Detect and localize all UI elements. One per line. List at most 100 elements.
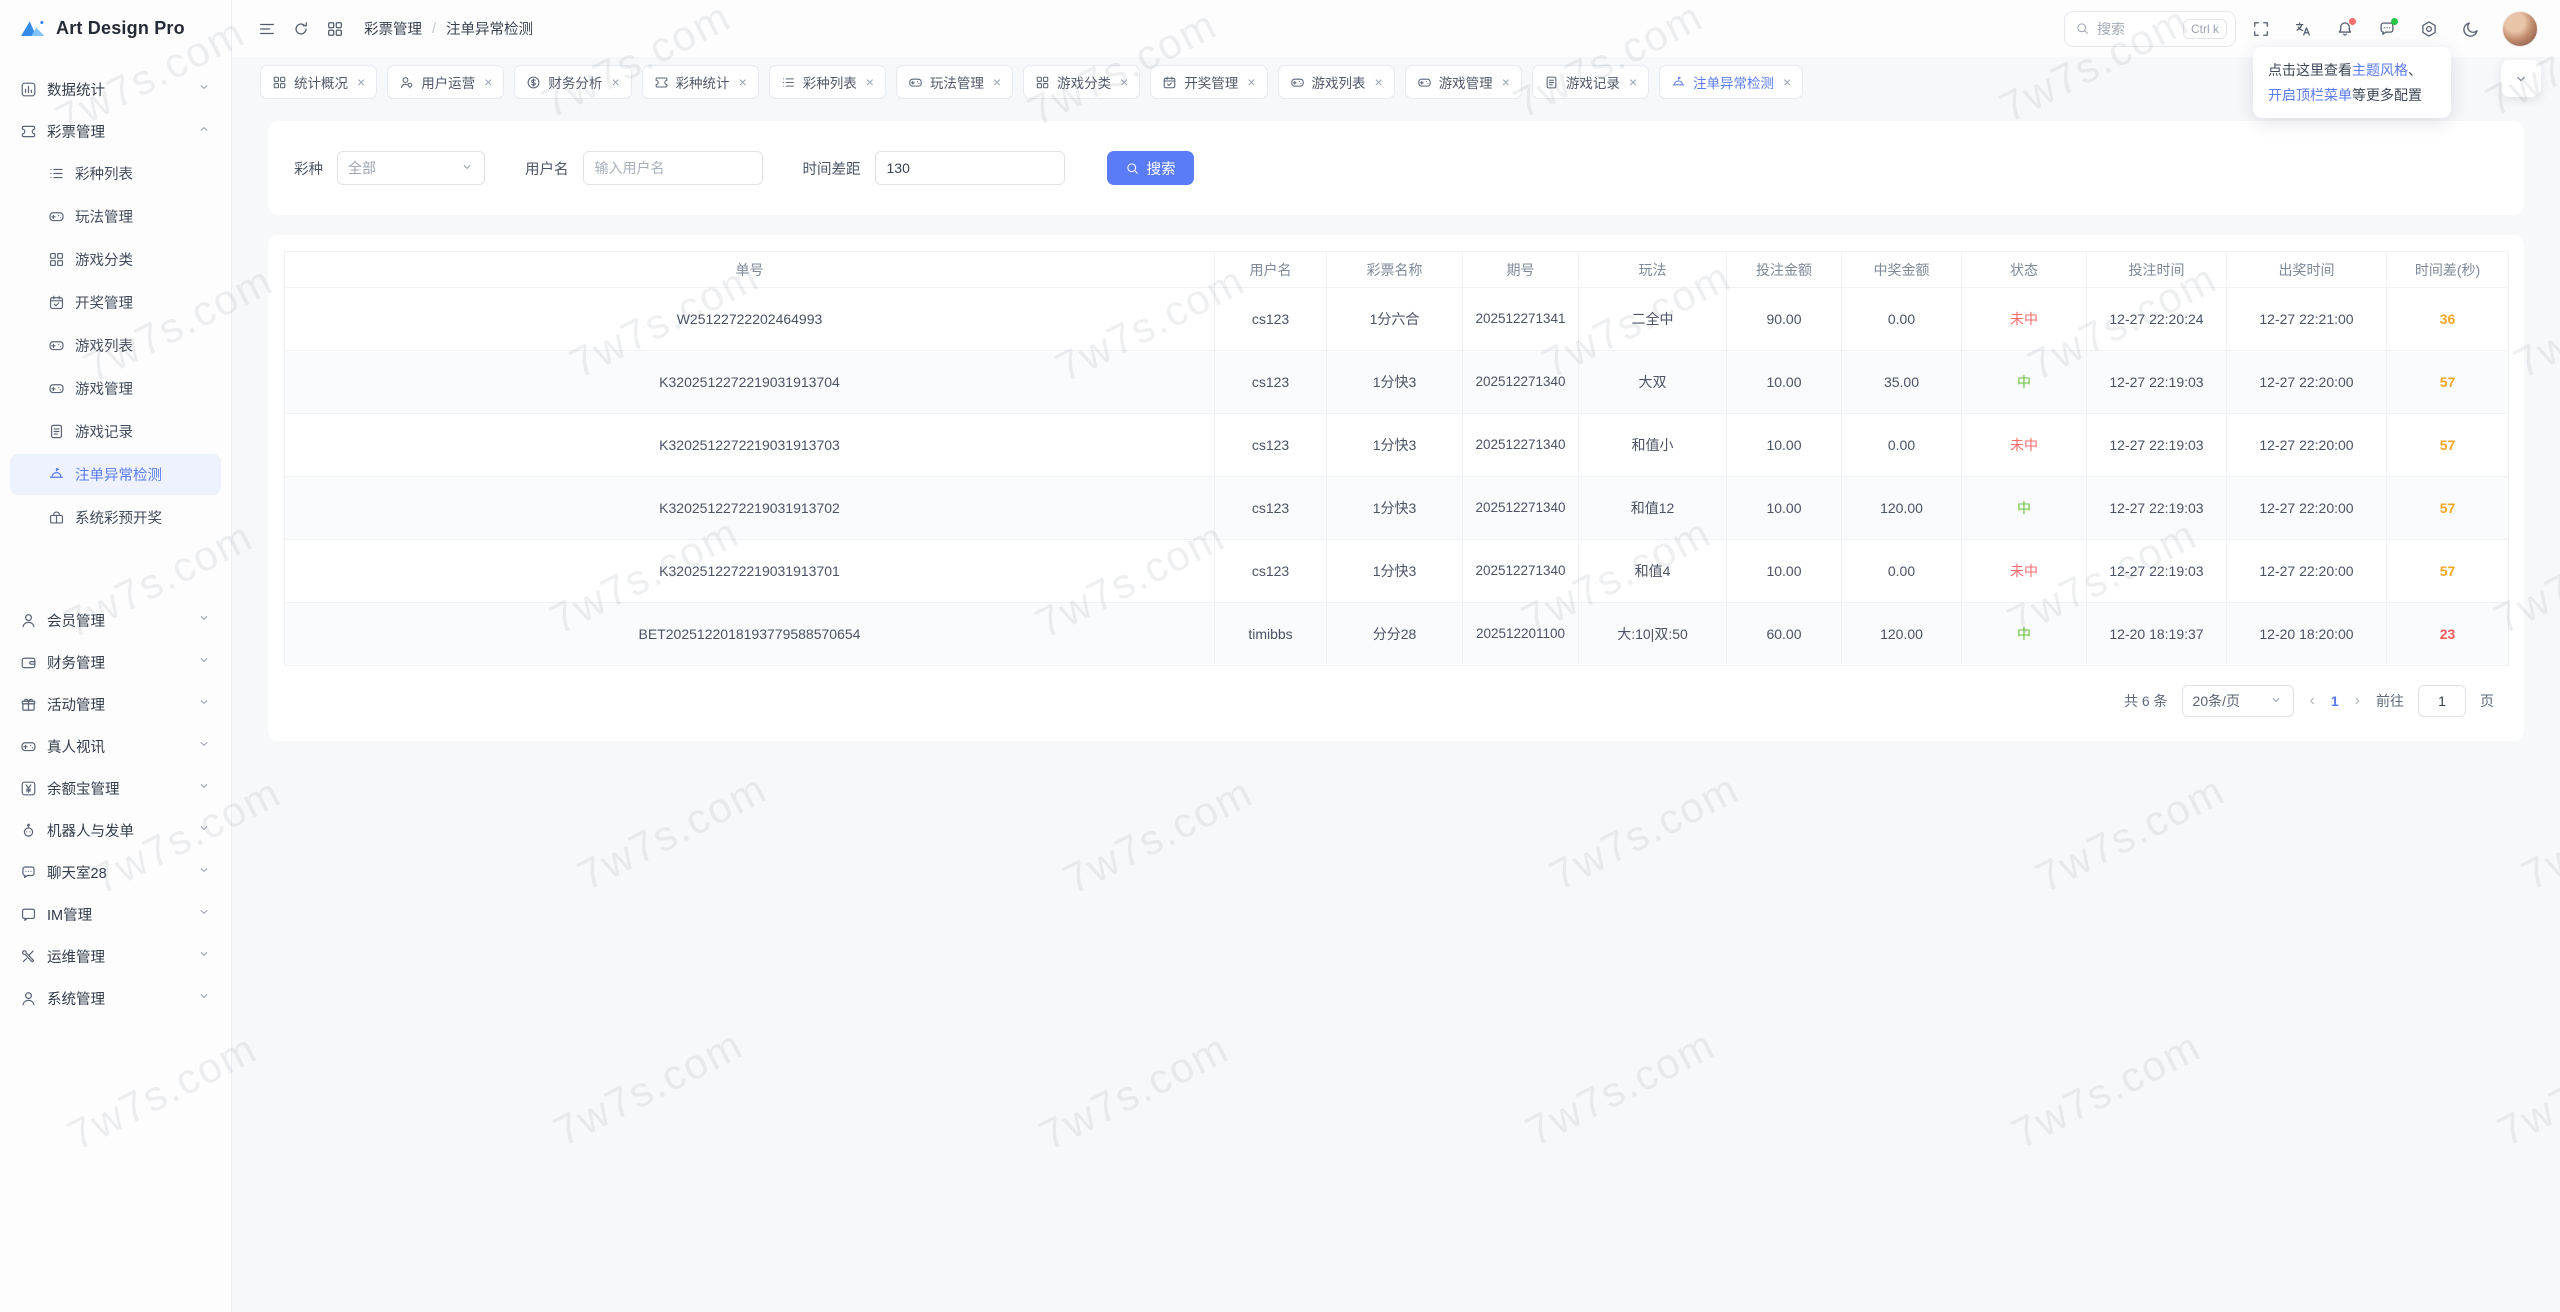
tab-bet-anomaly-detect[interactable]: 注单异常检测× xyxy=(1659,65,1803,99)
cell-win-amount: 35.00 xyxy=(1842,351,1962,414)
sidebar-item-data-stats[interactable]: 数据统计 xyxy=(10,69,221,109)
cell-lottery: 1分六合 xyxy=(1327,288,1463,351)
username-input[interactable] xyxy=(583,151,763,185)
sidebar-item-label: 机器人与发单 xyxy=(47,820,134,841)
sidebar-item-system-predraw[interactable]: 系统彩预开奖 xyxy=(10,497,221,538)
sidebar-item-label: 注单异常检测 xyxy=(75,464,162,485)
close-icon[interactable]: × xyxy=(1375,75,1383,89)
close-icon[interactable]: × xyxy=(1783,75,1791,89)
tab-stats-overview[interactable]: 统计概况× xyxy=(260,65,377,99)
sidebar-item-im-mgmt[interactable]: IM管理 xyxy=(10,894,221,934)
close-icon[interactable]: × xyxy=(739,75,747,89)
cell-order: K3202512272219031913703 xyxy=(285,414,1215,477)
col-play: 玩法 xyxy=(1579,252,1727,288)
sidebar-item-yuebao-mgmt[interactable]: 余额宝管理 xyxy=(10,768,221,808)
sidebar: Art Design Pro 数据统计 彩票管理 彩种列表 玩法管理 游戏分类 … xyxy=(0,0,232,1312)
close-icon[interactable]: × xyxy=(1120,75,1128,89)
collapse-menu-button[interactable] xyxy=(250,12,284,46)
tab-lottery-list[interactable]: 彩种列表× xyxy=(769,65,886,99)
dark-mode-button[interactable] xyxy=(2454,12,2488,46)
sidebar-item-game-records[interactable]: 游戏记录 xyxy=(10,411,221,452)
tab-user-operations[interactable]: 用户运营× xyxy=(387,65,504,99)
topbar-menu-link[interactable]: 开启顶栏菜单 xyxy=(2268,87,2352,103)
col-period: 期号 xyxy=(1463,252,1579,288)
avatar[interactable] xyxy=(2502,11,2538,47)
tab-game-list[interactable]: 游戏列表× xyxy=(1278,65,1395,99)
chevron-down-icon xyxy=(197,863,211,881)
close-icon[interactable]: × xyxy=(1502,75,1510,89)
tab-lottery-stats[interactable]: 彩种统计× xyxy=(642,65,759,99)
sidebar-item-game-list[interactable]: 游戏列表 xyxy=(10,325,221,366)
chevron-down-icon xyxy=(460,160,474,177)
theme-style-link[interactable]: 主题风格 xyxy=(2352,62,2408,78)
close-icon[interactable]: × xyxy=(1629,75,1637,89)
sidebar-item-game-category[interactable]: 游戏分类 xyxy=(10,239,221,280)
close-icon[interactable]: × xyxy=(866,75,874,89)
expand-toggle-button[interactable] xyxy=(2501,60,2541,97)
sidebar-item-finance-mgmt[interactable]: 财务管理 xyxy=(10,642,221,682)
breadcrumb: 彩票管理 / 注单异常检测 xyxy=(364,18,533,39)
sidebar-item-bet-anomaly-detect[interactable]: 注单异常检测 xyxy=(10,454,221,495)
cell-win-amount: 120.00 xyxy=(1842,603,1962,666)
close-icon[interactable]: × xyxy=(993,75,1001,89)
sidebar-item-member-mgmt[interactable]: 会员管理 xyxy=(10,600,221,640)
global-search-input[interactable]: 搜索 Ctrl k xyxy=(2064,11,2236,47)
results-card: 单号 用户名 彩票名称 期号 玩法 投注金额 中奖金额 状态 投注时间 出奖时间… xyxy=(268,235,2524,741)
sidebar-item-system-mgmt[interactable]: 系统管理 xyxy=(10,978,221,1018)
tab-play-mgmt[interactable]: 玩法管理 × xyxy=(896,65,1013,99)
current-page[interactable]: 1 xyxy=(2331,693,2339,709)
page-size-select[interactable]: 20条/页 xyxy=(2182,685,2294,717)
fullscreen-button[interactable] xyxy=(2244,12,2278,46)
cell-bet-time: 12-27 22:19:03 xyxy=(2087,351,2227,414)
cell-play: 二全中 xyxy=(1579,288,1727,351)
close-icon[interactable]: × xyxy=(357,75,365,89)
tab-finance-analysis[interactable]: 财务分析× xyxy=(514,65,631,99)
tools-icon xyxy=(20,948,37,965)
close-icon[interactable]: × xyxy=(484,75,492,89)
sidebar-item-game-mgmt[interactable]: 游戏管理 xyxy=(10,368,221,409)
language-button[interactable] xyxy=(2286,12,2320,46)
col-win-amount: 中奖金额 xyxy=(1842,252,1962,288)
search-placeholder: 搜索 xyxy=(2097,19,2125,39)
tab-game-mgmt[interactable]: 游戏管理 × xyxy=(1405,65,1522,99)
cell-username: cs123 xyxy=(1215,414,1327,477)
tab-game-category[interactable]: 游戏分类× xyxy=(1023,65,1140,99)
next-page-button[interactable]: › xyxy=(2353,692,2362,710)
prev-page-button[interactable]: ‹ xyxy=(2308,692,2317,710)
sidebar-item-robot-orders[interactable]: 机器人与发单 xyxy=(10,810,221,850)
sidebar-item-live-video[interactable]: 真人视讯 xyxy=(10,726,221,766)
cell-play: 大双 xyxy=(1579,351,1727,414)
breadcrumb-parent[interactable]: 彩票管理 xyxy=(364,18,422,39)
refresh-button[interactable] xyxy=(284,12,318,46)
chevron-down-icon xyxy=(197,905,211,923)
sidebar-item-ops-mgmt[interactable]: 运维管理 xyxy=(10,936,221,976)
notifications-button[interactable] xyxy=(2328,12,2362,46)
tab-draw-mgmt[interactable]: 开奖管理× xyxy=(1150,65,1267,99)
close-icon[interactable]: × xyxy=(611,75,619,89)
sidebar-item-lottery-mgmt[interactable]: 彩票管理 xyxy=(10,111,221,151)
sidebar-item-chatroom28[interactable]: 聊天室28 xyxy=(10,852,221,892)
search-button[interactable]: 搜索 xyxy=(1107,151,1194,185)
sidebar-item-label: IM管理 xyxy=(47,904,92,925)
gear-icon xyxy=(2420,20,2438,38)
close-icon[interactable]: × xyxy=(1247,75,1255,89)
tab-label: 游戏管理 xyxy=(1439,72,1493,92)
goto-page-input[interactable] xyxy=(2418,685,2466,717)
timediff-input[interactable] xyxy=(875,151,1065,185)
tab-game-records[interactable]: 游戏记录× xyxy=(1532,65,1649,99)
list-icon xyxy=(48,165,65,182)
robot-icon xyxy=(20,822,37,839)
sidebar-item-label: 开奖管理 xyxy=(75,292,133,313)
sidebar-item-activity-mgmt[interactable]: 活动管理 xyxy=(10,684,221,724)
sidebar-item-play-mgmt[interactable]: 玩法管理 xyxy=(10,196,221,237)
lottery-select[interactable]: 全部 xyxy=(337,151,485,185)
messages-button[interactable] xyxy=(2370,12,2404,46)
tab-label: 玩法管理 xyxy=(930,72,984,92)
cell-lottery: 1分快3 xyxy=(1327,351,1463,414)
sidebar-item-lottery-list[interactable]: 彩种列表 xyxy=(10,153,221,194)
cell-bet-time: 12-27 22:19:03 xyxy=(2087,540,2227,603)
apps-button[interactable] xyxy=(318,12,352,46)
settings-button[interactable] xyxy=(2412,12,2446,46)
sidebar-item-draw-mgmt[interactable]: 开奖管理 xyxy=(10,282,221,323)
cell-period: 202512271340 xyxy=(1463,351,1579,414)
